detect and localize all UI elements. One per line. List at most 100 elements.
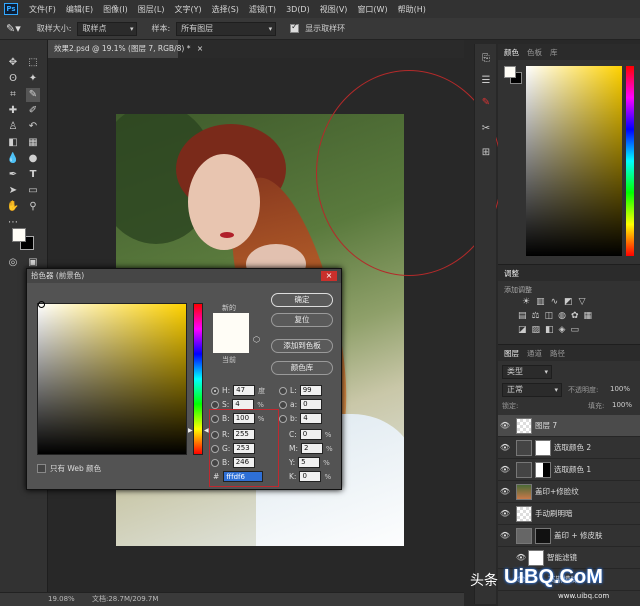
menu-help[interactable]: 帮助(H) [393, 4, 431, 15]
hand-tool-icon[interactable]: ✋ [6, 200, 20, 214]
menu-type[interactable]: 文字(Y) [169, 4, 206, 15]
document-size-info[interactable]: 文档:28.7M/209.7M [92, 593, 158, 606]
add-to-swatches-button[interactable]: 添加到色板 [271, 339, 333, 353]
invert-icon[interactable]: ◪ [518, 325, 532, 335]
visibility-eye-icon[interactable]: 👁 [498, 531, 512, 540]
zoom-tool-icon[interactable]: ⚲ [26, 200, 40, 214]
eyedropper-tool-preset-icon[interactable]: ✎▾ [6, 22, 21, 35]
hue-slider-handle-left[interactable]: ▶ [188, 427, 193, 434]
tab-libraries[interactable]: 库 [550, 47, 558, 58]
pen-tool-icon[interactable]: ✒ [6, 168, 20, 182]
panel-foreground-swatch[interactable] [504, 66, 516, 78]
sample-select[interactable]: 所有图层 [176, 21, 277, 36]
menu-view[interactable]: 视图(V) [315, 4, 353, 15]
gradient-map-icon[interactable]: ▭ [570, 325, 584, 335]
layer-filter-select[interactable]: 类型 [502, 365, 552, 379]
menu-3d[interactable]: 3D(D) [281, 5, 315, 14]
visibility-eye-icon[interactable]: 👁 [498, 443, 512, 452]
hue-slider-bar[interactable] [193, 303, 203, 455]
layer-row[interactable]: 👁 图层 7 [498, 415, 640, 437]
h-radio[interactable] [211, 386, 219, 395]
blend-mode-select[interactable]: 正常 [502, 383, 562, 397]
tab-adjustments[interactable]: 调整 [504, 268, 519, 279]
adjustment-brush-icon[interactable]: ✎ [479, 96, 493, 110]
move-tool-icon[interactable]: ✥ [6, 56, 20, 70]
layer-row[interactable]: 👁 盖印 + 修皮肤 [498, 525, 640, 547]
shape-tool-icon[interactable]: ▭ [26, 184, 40, 198]
threshold-icon[interactable]: ◧ [545, 325, 559, 335]
tab-swatches[interactable]: 色板 [527, 47, 542, 58]
tab-paths[interactable]: 路径 [550, 348, 565, 359]
levels-icon[interactable]: ▥ [536, 297, 551, 307]
foreground-color-swatch[interactable] [12, 228, 26, 242]
actions-panel-icon[interactable]: ⊞ [479, 146, 493, 160]
web-colors-only-checkbox[interactable] [37, 464, 46, 473]
menu-file[interactable]: 文件(F) [24, 4, 61, 15]
h-input[interactable]: 47 [233, 385, 256, 396]
opacity-value[interactable]: 100% [610, 385, 630, 393]
m-input[interactable]: 2 [301, 443, 323, 454]
brightness-icon[interactable]: ☀ [522, 297, 536, 307]
layer-row[interactable]: 👁 选取颜色 2 [498, 437, 640, 459]
cube-icon[interactable]: ⬡ [253, 335, 260, 344]
channel-mixer-icon[interactable]: ✿ [571, 311, 584, 321]
layer-row[interactable]: 👁 盖印+修脸纹 [498, 481, 640, 503]
dodge-tool-icon[interactable]: ● [26, 152, 40, 166]
exposure-icon[interactable]: ◩ [564, 297, 579, 307]
color-panel-field[interactable] [526, 66, 622, 256]
visibility-eye-icon[interactable]: 👁 [514, 553, 528, 562]
posterize-icon[interactable]: ▨ [532, 325, 546, 335]
saturation-brightness-field[interactable] [37, 301, 187, 455]
a-radio[interactable] [279, 400, 287, 409]
color-lookup-icon[interactable]: ▦ [584, 311, 598, 321]
document-tab[interactable]: 效果2.psd @ 19.1% (图层 7, RGB/8) * × [48, 40, 203, 58]
dialog-title-bar[interactable]: 拾色器 (前景色) × [27, 269, 341, 283]
reset-button[interactable]: 复位 [271, 313, 333, 327]
menu-layer[interactable]: 图层(L) [133, 4, 170, 15]
k-input[interactable]: 0 [299, 471, 322, 482]
color-panel-hue-bar[interactable] [626, 66, 634, 256]
history-brush-tool-icon[interactable]: ↶ [26, 120, 40, 134]
tool-presets-icon[interactable]: ✂ [479, 122, 493, 136]
color-libraries-button[interactable]: 颜色库 [271, 361, 333, 375]
menu-filter[interactable]: 滤镜(T) [244, 4, 281, 15]
eyedropper-tool-icon[interactable]: ✎ [26, 88, 40, 102]
l-radio[interactable] [279, 386, 287, 395]
s-radio[interactable] [211, 400, 219, 409]
a-input[interactable]: 0 [300, 399, 323, 410]
ok-button[interactable]: 确定 [271, 293, 333, 307]
menu-image[interactable]: 图像(I) [98, 4, 133, 15]
fill-value[interactable]: 100% [612, 401, 632, 409]
current-color-swatch[interactable] [213, 333, 249, 353]
visibility-eye-icon[interactable]: 👁 [498, 509, 512, 518]
curves-icon[interactable]: ∿ [551, 297, 565, 307]
dialog-close-button[interactable]: × [321, 271, 337, 281]
menu-edit[interactable]: 编辑(E) [61, 4, 98, 15]
zoom-level[interactable]: 19.08% [48, 593, 75, 606]
eraser-tool-icon[interactable]: ◧ [6, 136, 20, 150]
sample-size-select[interactable]: 取样点 [77, 21, 138, 36]
black-white-icon[interactable]: ◫ [545, 311, 559, 321]
visibility-eye-icon[interactable]: 👁 [498, 421, 512, 430]
clone-stamp-tool-icon[interactable]: ♙ [6, 120, 20, 134]
color-balance-icon[interactable]: ⚖ [532, 311, 545, 321]
y-input[interactable]: 5 [298, 457, 321, 468]
color-picker-cursor[interactable] [38, 301, 45, 308]
menu-window[interactable]: 窗口(W) [352, 4, 392, 15]
properties-panel-icon[interactable]: ☰ [479, 74, 493, 88]
quick-mask-icon[interactable]: ◎ [6, 256, 20, 270]
healing-brush-tool-icon[interactable]: ✚ [6, 104, 20, 118]
vibrance-icon[interactable]: ▽ [579, 297, 592, 307]
lab-b-input[interactable]: 4 [300, 413, 323, 424]
gradient-tool-icon[interactable]: ▦ [26, 136, 40, 150]
artboard-tool-icon[interactable]: ⬚ [26, 56, 40, 70]
visibility-eye-icon[interactable]: 👁 [498, 487, 512, 496]
lab-b-radio[interactable] [279, 414, 287, 423]
tab-layers[interactable]: 图层 [504, 348, 519, 359]
hue-saturation-icon[interactable]: ▤ [518, 311, 532, 321]
layer-row[interactable]: 👁 手动刷明暗 [498, 503, 640, 525]
hue-slider-handle-right[interactable]: ◀ [204, 427, 209, 434]
blur-tool-icon[interactable]: 💧 [6, 152, 20, 166]
path-selection-tool-icon[interactable]: ➤ [6, 184, 20, 198]
photo-filter-icon[interactable]: ◍ [558, 311, 571, 321]
